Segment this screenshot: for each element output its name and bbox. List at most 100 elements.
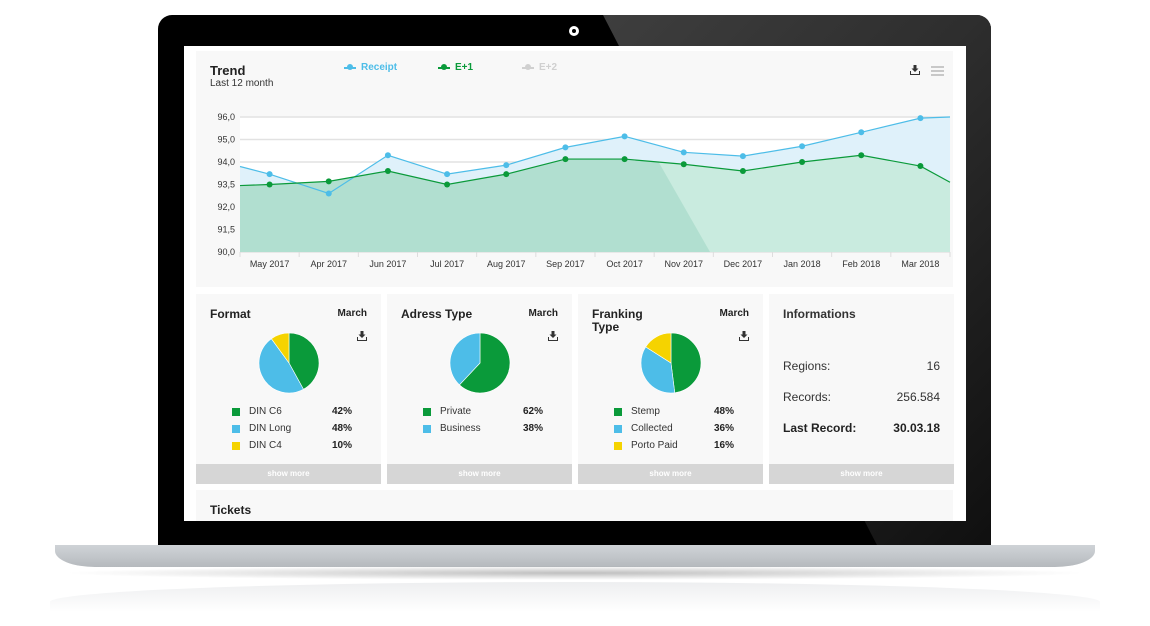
e1-point[interactable] <box>266 181 273 188</box>
receipt-point[interactable] <box>621 133 628 140</box>
receipt-point[interactable] <box>917 115 924 122</box>
receipt-point[interactable] <box>739 153 746 160</box>
e1-point[interactable] <box>680 161 687 168</box>
legend-value: 62% <box>522 406 543 417</box>
download-icon[interactable] <box>739 331 749 341</box>
camera-icon <box>569 26 579 36</box>
info-label: Regions: <box>783 359 831 373</box>
legend-value: 42% <box>331 406 352 417</box>
y-tick-label: 90,0 <box>217 247 235 257</box>
legend-label: DIN C4 <box>249 440 282 451</box>
legend-value: 48% <box>331 423 352 434</box>
download-icon[interactable] <box>548 331 558 341</box>
pie-slice-stemp[interactable] <box>670 332 702 394</box>
info-row-records: Records: 256.584 <box>783 390 940 404</box>
card-title: Adress Type <box>401 307 473 321</box>
receipt-point[interactable] <box>858 129 865 136</box>
franking-type-pie-chart <box>640 332 702 394</box>
legend-row: DIN Long 48% <box>232 423 352 434</box>
dashboard-screen: Trend Last 12 month Receipt E+1 E+2 96,0… <box>184 46 966 521</box>
laptop-base <box>55 545 1095 567</box>
info-label: Last Record: <box>783 421 857 435</box>
card-title: Format <box>210 307 251 321</box>
x-tick-label: Dec 2017 <box>724 259 763 269</box>
legend-swatch <box>423 424 431 433</box>
e1-point[interactable] <box>917 163 924 170</box>
info-value: 256.584 <box>896 390 940 404</box>
receipt-point[interactable] <box>562 144 569 151</box>
info-label: Records: <box>783 390 832 404</box>
legend-swatch <box>232 407 240 416</box>
legend-label: DIN C6 <box>249 406 282 417</box>
legend-row: DIN C4 10% <box>232 440 352 451</box>
download-icon[interactable] <box>357 331 367 341</box>
receipt-point[interactable] <box>680 149 687 156</box>
legend-row: DIN C6 42% <box>232 406 352 417</box>
x-tick-label: Oct 2017 <box>606 259 643 269</box>
legend-label: Private <box>440 406 472 417</box>
legend-swatch <box>423 407 431 416</box>
reflection <box>50 582 1100 612</box>
e1-point[interactable] <box>444 181 451 188</box>
receipt-point[interactable] <box>325 190 332 197</box>
x-tick-label: Jul 2017 <box>430 259 464 269</box>
info-value: 30.03.18 <box>893 421 940 435</box>
show-more-button[interactable]: show more <box>769 464 954 484</box>
legend-label: Porto Paid <box>631 440 678 451</box>
receipt-point[interactable] <box>444 171 451 178</box>
e1-point[interactable] <box>799 159 806 165</box>
y-tick-label: 94,0 <box>217 157 235 167</box>
address-type-card: Adress Type March show more Private 62% Bu… <box>387 294 572 484</box>
e1-point[interactable] <box>562 156 569 163</box>
card-title: Informations <box>783 307 856 321</box>
e1-point[interactable] <box>503 171 510 178</box>
base-shadow <box>60 566 1090 580</box>
e1-point[interactable] <box>739 168 746 174</box>
legend-row: Business 38% <box>423 423 543 434</box>
y-tick-label: 91,5 <box>217 225 235 235</box>
legend-row: Porto Paid 16% <box>614 440 734 451</box>
x-tick-label: May 2017 <box>250 259 290 269</box>
x-tick-label: Aug 2017 <box>487 259 526 269</box>
e1-point[interactable] <box>858 152 865 159</box>
y-tick-label: 93,5 <box>217 180 235 190</box>
trend-chart: 96,0 95,0 94,0 93,5 92,0 91,5 90,0 May 2017 Apr … <box>217 112 951 269</box>
receipt-point[interactable] <box>799 143 806 150</box>
legend-value: 38% <box>522 423 543 434</box>
show-more-button[interactable]: show more <box>387 464 572 484</box>
format-pie-chart <box>258 332 320 394</box>
legend-label: DIN Long <box>249 423 292 434</box>
receipt-point[interactable] <box>503 162 510 169</box>
x-tick-label: Apr 2017 <box>310 259 347 269</box>
show-more-button[interactable]: show more <box>196 464 381 484</box>
show-more-button[interactable]: show more <box>578 464 763 484</box>
legend-row: Stemp 48% <box>614 406 734 417</box>
x-tick-label: Jan 2018 <box>784 259 821 269</box>
legend-label: Collected <box>631 423 673 434</box>
x-tick-label: Feb 2018 <box>842 259 880 269</box>
info-row-regions: Regions: 16 <box>783 359 940 373</box>
receipt-point[interactable] <box>384 152 391 159</box>
franking-type-card: Franking Type March show more Stemp 48% Co… <box>578 294 763 484</box>
receipt-point[interactable] <box>266 171 273 178</box>
legend-swatch <box>232 441 240 450</box>
legend-row: Private 62% <box>423 406 543 417</box>
legend-label: Business <box>440 423 481 434</box>
e1-point[interactable] <box>621 156 628 163</box>
legend-value: 48% <box>713 406 734 417</box>
tickets-title: Tickets <box>210 503 252 517</box>
legend-value: 16% <box>713 440 734 451</box>
card-period: March <box>719 308 749 319</box>
tickets-panel: Tickets <box>196 490 953 521</box>
legend-swatch <box>614 424 622 433</box>
e1-point[interactable] <box>384 168 391 174</box>
legend-swatch <box>614 441 622 450</box>
card-title: Franking Type <box>592 307 643 334</box>
x-tick-label: Jun 2017 <box>369 259 406 269</box>
info-value: 16 <box>926 359 940 373</box>
info-row-last-record: Last Record: 30.03.18 <box>783 421 940 435</box>
x-tick-label: Nov 2017 <box>664 259 703 269</box>
e1-point[interactable] <box>325 178 332 185</box>
informations-card: Informations Regions: 16 Records: 256.58… <box>769 294 954 484</box>
address-type-pie-chart <box>449 332 511 394</box>
